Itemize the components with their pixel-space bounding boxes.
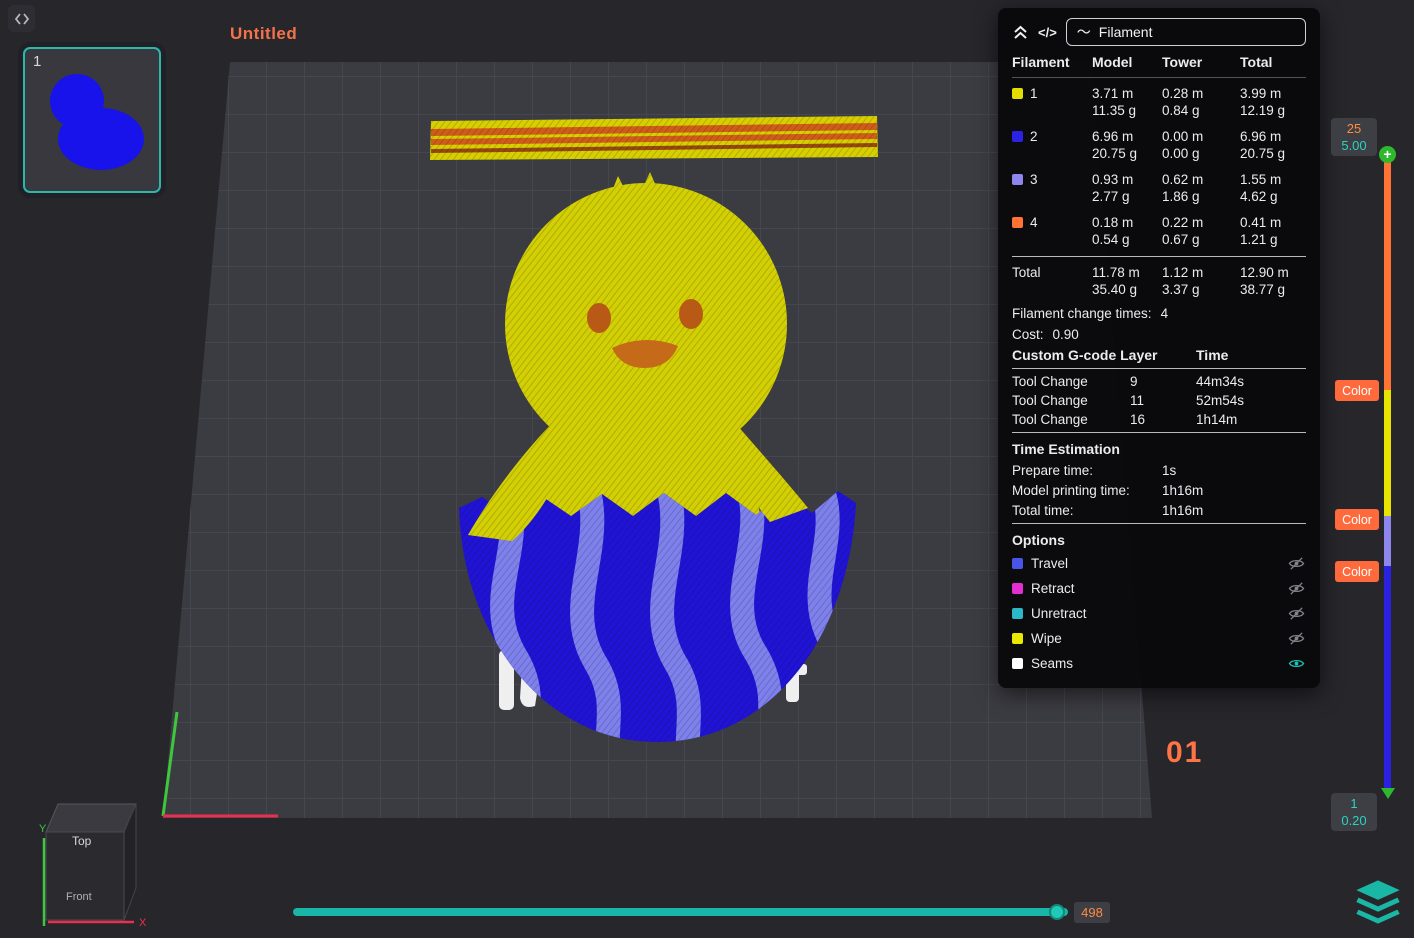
layer-segment-yellow xyxy=(1384,390,1391,516)
gcode-row: Tool Change 11 52m54s xyxy=(1012,393,1245,408)
time-estimation-row: Prepare time: 1s xyxy=(1012,462,1177,478)
option-wipe: Wipe xyxy=(1012,626,1306,651)
move-slider-handle[interactable] xyxy=(1049,904,1065,920)
view-cube-top-face[interactable] xyxy=(45,803,137,833)
col-filament: Filament xyxy=(1012,54,1070,70)
layer-slider-track[interactable] xyxy=(1384,150,1391,795)
move-slider-value: 498 xyxy=(1074,902,1110,923)
eye-icon xyxy=(1288,659,1305,668)
filament-row: 2 6.96 m 20.75 g 0.00 m 0.00 g 6.96 m 20.75… xyxy=(1012,124,1306,167)
x-axis-label: X xyxy=(139,917,147,929)
option-travel: Travel xyxy=(1012,551,1306,576)
plate-thumbnail[interactable]: 1 xyxy=(23,47,161,193)
unretract-swatch xyxy=(1012,608,1023,619)
y-axis-label: Y xyxy=(39,823,47,835)
plate-thumbnail-preview xyxy=(50,74,144,170)
layer-segment-purple xyxy=(1384,516,1391,566)
filament-2-swatch xyxy=(1012,131,1023,142)
view-cube[interactable]: Top Front Y X xyxy=(38,796,158,934)
plate-thumbnail-number: 1 xyxy=(33,53,42,70)
col-model: Model xyxy=(1092,54,1133,70)
gcode-row: Tool Change 9 44m34s xyxy=(1012,374,1245,389)
view-mode-label: Filament xyxy=(1098,24,1153,40)
filament-4-swatch xyxy=(1012,217,1023,228)
option-seams: Seams xyxy=(1012,651,1306,676)
retract-visibility-toggle[interactable] xyxy=(1288,580,1306,598)
filament-row: 1 3.71 m 11.35 g 0.28 m 0.84 g 3.99 m 12.19… xyxy=(1012,81,1306,124)
gcode-section-header: Custom G-code Layer Time xyxy=(1012,347,1229,363)
project-title: Untitled xyxy=(230,24,298,43)
filament-3-swatch xyxy=(1012,174,1023,185)
plate-number-label: 01 xyxy=(1166,736,1204,769)
double-chevron-up-icon xyxy=(1014,25,1027,39)
filament-row: 3 0.93 m 2.77 g 0.62 m 1.86 g 1.55 m 4.62 g xyxy=(1012,167,1306,210)
col-total: Total xyxy=(1240,54,1273,70)
eye-icon xyxy=(1288,582,1305,595)
color-change-badge[interactable]: Color xyxy=(1335,380,1379,401)
travel-swatch xyxy=(1012,558,1023,569)
filament-total-row: Total 11.78 m 35.40 g 1.12 m 3.37 g 12.90 … xyxy=(1012,265,1289,297)
color-change-badge[interactable]: Color xyxy=(1335,509,1379,530)
view-mode-dropdown[interactable]: 〜 Filament xyxy=(1065,18,1306,46)
code-icon: </> xyxy=(1038,24,1057,40)
plate-thumbnail-frame: 1 xyxy=(18,42,166,198)
layer-slider-top-badge: 25 5.00 xyxy=(1331,118,1377,156)
option-retract: Retract xyxy=(1012,576,1306,601)
filament-1-swatch xyxy=(1012,88,1023,99)
eye-icon xyxy=(1288,557,1305,570)
option-unretract: Unretract xyxy=(1012,601,1306,626)
unretract-visibility-toggle[interactable] xyxy=(1288,605,1306,623)
wipe-swatch xyxy=(1012,633,1023,644)
travel-visibility-toggle[interactable] xyxy=(1288,555,1306,573)
layer-slider-bottom-handle[interactable] xyxy=(1381,788,1395,799)
filament-stats-panel: </> 〜 Filament Filament Model Tower Tota… xyxy=(998,8,1320,688)
layers-logo-icon xyxy=(1356,880,1400,924)
wipe-visibility-toggle[interactable] xyxy=(1288,630,1306,648)
cost: Cost: 0.90 xyxy=(1012,327,1079,342)
seams-visibility-toggle[interactable] xyxy=(1288,655,1306,673)
eye-icon xyxy=(1288,632,1305,645)
gcode-row: Tool Change 16 1h14m xyxy=(1012,412,1238,427)
layer-slider-bottom-badge: 1 0.20 xyxy=(1331,793,1377,831)
retract-swatch xyxy=(1012,583,1023,594)
col-tower: Tower xyxy=(1162,54,1203,70)
options-header: Options xyxy=(1012,532,1065,548)
filament-row: 4 0.18 m 0.54 g 0.22 m 0.67 g 0.41 m 1.21 g xyxy=(1012,210,1306,253)
add-color-change-button[interactable]: + xyxy=(1379,146,1396,163)
time-estimation-row: Total time: 1h16m xyxy=(1012,502,1204,518)
gcode-view-button[interactable]: </> xyxy=(1038,25,1057,40)
color-change-badge[interactable]: Color xyxy=(1335,561,1379,582)
view-cube-top-label: Top xyxy=(72,834,92,848)
collapse-panel-button[interactable] xyxy=(1012,25,1029,40)
time-estimation-header: Time Estimation xyxy=(1012,441,1120,457)
filament-table-header: Filament Model Tower Total xyxy=(1012,52,1306,74)
panel-collapse-icon xyxy=(14,12,29,25)
filament-change-times: Filament change times: 4 xyxy=(1012,306,1169,321)
layer-segment-orange xyxy=(1384,150,1391,390)
seams-swatch xyxy=(1012,658,1023,669)
time-estimation-row: Model printing time: 1h16m xyxy=(1012,482,1204,498)
eye-icon xyxy=(1288,607,1305,620)
move-slider-track[interactable] xyxy=(293,908,1068,916)
view-cube-front-label: Front xyxy=(66,891,92,903)
wave-icon: 〜 xyxy=(1076,24,1091,40)
panel-header: </> 〜 Filament xyxy=(1012,16,1306,48)
layer-segment-blue xyxy=(1384,566,1391,795)
sidebar-toggle-button[interactable] xyxy=(8,5,35,32)
